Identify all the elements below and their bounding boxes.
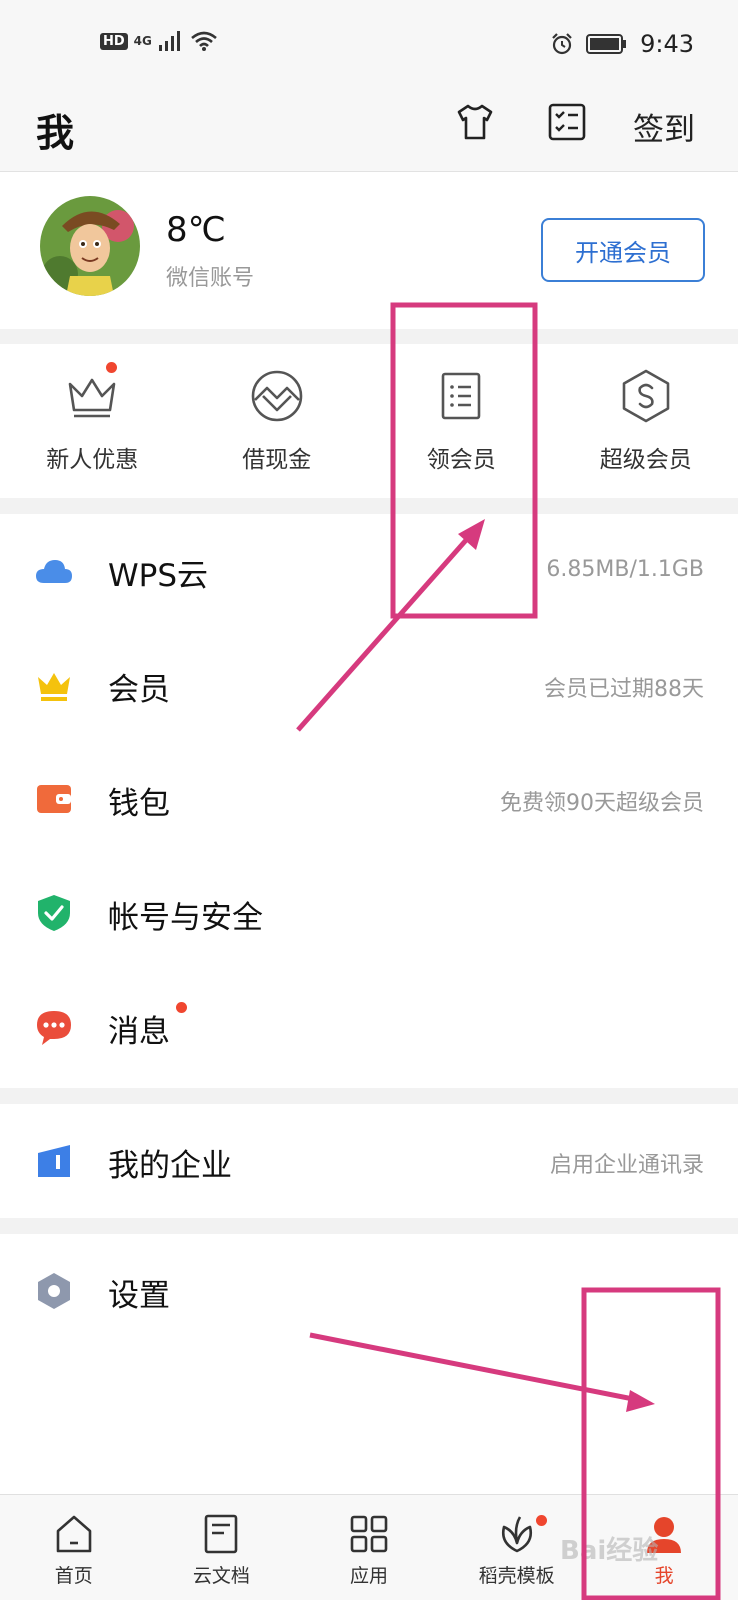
menu-label: 帐号与安全: [108, 900, 263, 936]
quick-label: 借现金: [242, 447, 312, 473]
wallet-icon: [37, 785, 71, 813]
menu-list: WPS云 6.85MB/1.1GB 会员 会员已过期88天 钱包 免费领90天超…: [0, 514, 738, 1088]
tab-cloud-docs[interactable]: 云文档: [148, 1495, 296, 1600]
app-header: 我 签到: [0, 90, 738, 172]
quick-label: 超级会员: [599, 447, 692, 473]
cloud-icon: [36, 560, 72, 583]
menu-item-vip[interactable]: 会员 会员已过期88天: [0, 628, 738, 742]
checklist-icon[interactable]: [548, 102, 586, 142]
menu-item-enterprise[interactable]: 我的企业 启用企业通讯录: [0, 1104, 738, 1218]
menu-item-settings[interactable]: 设置: [0, 1234, 738, 1348]
grid-icon: [350, 1515, 388, 1553]
leaf-icon: [501, 1516, 532, 1553]
signin-button[interactable]: 签到: [633, 104, 695, 149]
notification-dot: [535, 1515, 547, 1526]
menu-label: WPS云: [108, 558, 209, 594]
wifi-icon: [191, 31, 217, 51]
signal-icon: [158, 31, 180, 51]
avatar-image: [40, 196, 140, 296]
notification-dot: [176, 1002, 187, 1013]
vip-status: 会员已过期88天: [544, 677, 704, 702]
quick-label: 领会员: [426, 447, 496, 473]
enterprise-icon: [38, 1145, 70, 1177]
settings-section: 设置: [0, 1234, 738, 1494]
avatar[interactable]: [40, 196, 140, 296]
hex-settings-icon: [38, 1273, 70, 1309]
tshirt-icon[interactable]: [455, 102, 495, 142]
network-indicators: HD 4G: [100, 30, 218, 52]
tab-apps[interactable]: 应用: [295, 1495, 443, 1600]
menu-label: 会员: [108, 672, 170, 708]
chat-icon: [37, 1011, 71, 1045]
document-icon: [205, 1514, 238, 1554]
notification-dot: [106, 362, 117, 373]
menu-label: 钱包: [108, 786, 170, 822]
battery-icon: [586, 34, 627, 54]
enterprise-section: 我的企业 启用企业通讯录: [0, 1104, 738, 1218]
clock: 9:43: [640, 30, 694, 58]
wallet-promo: 免费领90天超级会员: [500, 791, 704, 816]
alarm-icon: [552, 33, 572, 55]
account-type: 微信账号: [166, 266, 255, 291]
quick-item-newcomer[interactable]: 新人优惠: [0, 344, 185, 498]
menu-label: 消息: [108, 1014, 170, 1050]
menu-item-wps-cloud[interactable]: WPS云 6.85MB/1.1GB: [0, 514, 738, 628]
hd-badge: HD: [100, 32, 128, 50]
quick-label: 新人优惠: [46, 447, 139, 473]
menu-item-account-security[interactable]: 帐号与安全: [0, 856, 738, 970]
quick-item-get-vip[interactable]: 领会员: [369, 344, 554, 498]
shield-icon: [38, 895, 70, 931]
status-right: 9:43: [550, 30, 694, 58]
home-icon: [56, 1515, 92, 1553]
menu-item-wallet[interactable]: 钱包 免费领90天超级会员: [0, 742, 738, 856]
quick-actions: 新人优惠 借现金 领会员 超级会员: [0, 344, 738, 498]
network-type: 4G: [133, 34, 152, 48]
user-name: 8℃: [166, 210, 226, 250]
crown-icon: [38, 673, 70, 701]
menu-label: 设置: [108, 1278, 170, 1314]
enterprise-hint: 启用企业通讯录: [549, 1153, 704, 1178]
list-doc-icon: [441, 372, 481, 420]
menu-item-messages[interactable]: 消息: [0, 970, 738, 1084]
quick-item-super-vip[interactable]: 超级会员: [554, 344, 738, 498]
s-hexagon-icon: [622, 369, 670, 423]
storage-usage: 6.85MB/1.1GB: [546, 557, 704, 582]
tab-label: 云文档: [192, 1565, 250, 1587]
tab-label: 首页: [54, 1565, 93, 1587]
quick-item-cash-loan[interactable]: 借现金: [185, 344, 370, 498]
open-vip-button[interactable]: 开通会员: [541, 218, 705, 282]
tab-label: 应用: [349, 1565, 388, 1587]
mountain-circle-icon: [251, 370, 303, 422]
menu-label: 我的企业: [108, 1148, 232, 1184]
status-bar: HD 4G 9:43: [0, 0, 738, 90]
page-title: 我: [36, 111, 75, 155]
crown-outline-icon: [68, 378, 116, 418]
profile-card[interactable]: 8℃ 微信账号 开通会员: [0, 172, 738, 329]
watermark: Bai经验: [560, 1536, 659, 1566]
tab-home[interactable]: 首页: [0, 1495, 148, 1600]
